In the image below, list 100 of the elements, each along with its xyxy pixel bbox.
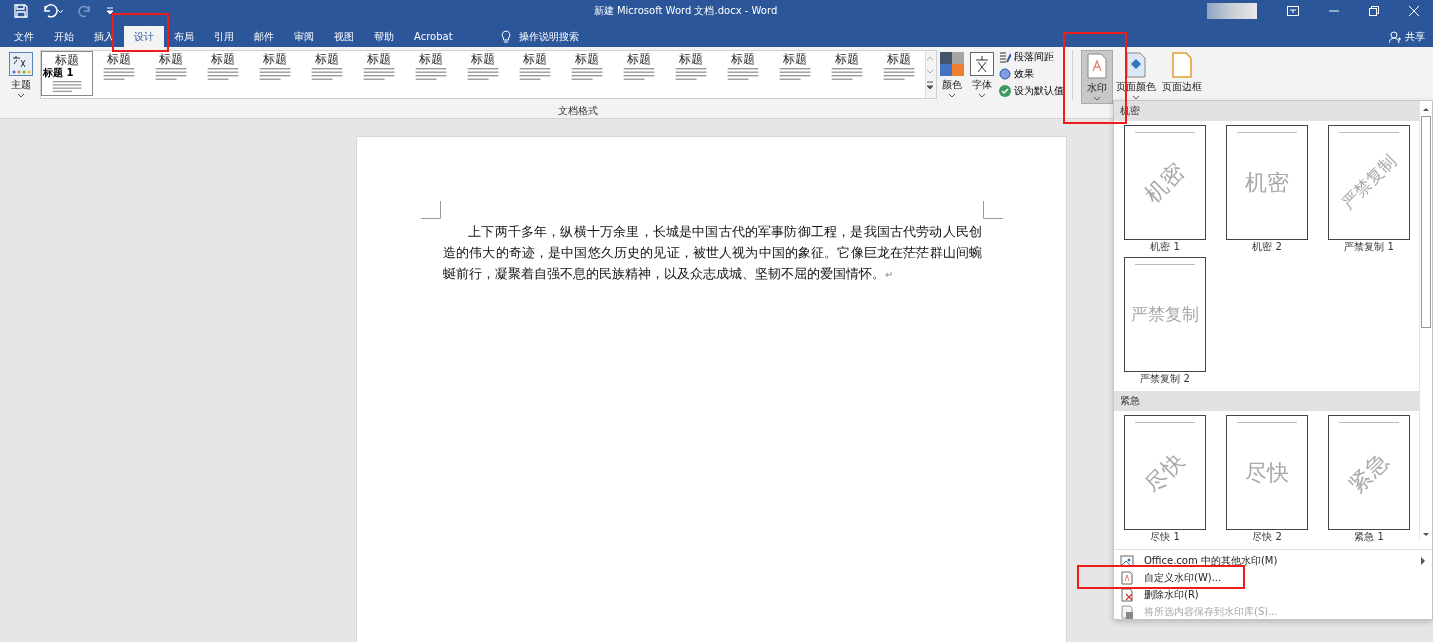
menu-item[interactable]: Office.com 中的其他水印(M): [1114, 552, 1432, 569]
ribbon-display-icon[interactable]: [1287, 6, 1299, 16]
submenu-arrow-icon: [1420, 556, 1426, 565]
font-icon: [970, 52, 994, 76]
ribbon-tab[interactable]: 邮件: [244, 26, 284, 47]
page-borders-button[interactable]: 页面边框: [1159, 50, 1205, 96]
watermark-thumbnail: 尽快: [1124, 415, 1206, 530]
style-set-thumbnail[interactable]: 标题: [821, 51, 873, 96]
ribbon-tab[interactable]: 设计: [124, 26, 164, 47]
watermark-thumbnail: 机密: [1226, 125, 1308, 240]
ribbon-tab[interactable]: 布局: [164, 26, 204, 47]
style-set-thumbnail[interactable]: 标题: [613, 51, 665, 96]
style-title: 标题: [731, 52, 755, 66]
ribbon-tab[interactable]: 文件: [4, 26, 44, 47]
caret-icon: [18, 94, 24, 98]
person-icon: [1389, 30, 1401, 43]
watermark-option[interactable]: 尽快 尽快 1: [1124, 415, 1206, 543]
effects-button[interactable]: 效果: [999, 67, 1064, 81]
fonts-button[interactable]: 字体: [967, 50, 997, 100]
style-title: 标题: [55, 53, 79, 67]
menu-item[interactable]: 自定义水印(W)...: [1114, 569, 1432, 586]
ribbon-tab[interactable]: Acrobat: [404, 26, 463, 47]
style-title: 标题: [419, 52, 443, 66]
image-icon: [1120, 553, 1134, 568]
paragraph-spacing-button[interactable]: 段落间距: [999, 50, 1064, 64]
set-default-button[interactable]: 设为默认值: [999, 84, 1064, 98]
scrollbar[interactable]: [1419, 104, 1432, 540]
save-icon[interactable]: [14, 4, 28, 18]
ribbon-tab[interactable]: 帮助: [364, 26, 404, 47]
watermark-option[interactable]: 严禁复制 严禁复制 1: [1328, 125, 1410, 253]
style-set-thumbnail[interactable]: 标题: [405, 51, 457, 96]
menu-item[interactable]: 删除水印(R): [1114, 586, 1432, 603]
style-set-thumbnail[interactable]: 标题: [353, 51, 405, 96]
watermark-option[interactable]: 机密 机密 2: [1226, 125, 1308, 253]
remove-icon: [1120, 587, 1134, 602]
style-title: 标题: [107, 52, 131, 66]
color-swatch-icon: [940, 52, 964, 76]
style-title: 标题: [315, 52, 339, 66]
group-label: 文档格式: [558, 104, 598, 118]
share-button[interactable]: 共享: [1389, 26, 1425, 47]
style-title: 标题: [627, 52, 651, 66]
spacing-icon: [999, 51, 1011, 63]
style-set-thumbnail[interactable]: 标题: [717, 51, 769, 96]
page-letter-icon: [1120, 570, 1134, 585]
style-set-thumbnail[interactable]: 标题: [249, 51, 301, 96]
watermark-option[interactable]: 严禁复制 严禁复制 2: [1124, 257, 1206, 385]
page-letter-icon: [1087, 53, 1107, 79]
style-set-thumbnail[interactable]: 标题: [145, 51, 197, 96]
style-heading: 标题 1: [43, 67, 74, 79]
watermark-thumbnail: 尽快: [1226, 415, 1308, 530]
style-title: 标题: [211, 52, 235, 66]
style-title: 标题: [783, 52, 807, 66]
caret-icon: [949, 94, 955, 98]
style-set-thumbnail[interactable]: 标题: [873, 51, 925, 96]
style-title: 标题: [159, 52, 183, 66]
ribbon-tab[interactable]: 开始: [44, 26, 84, 47]
page-paint-icon: [1126, 52, 1146, 78]
watermark-option[interactable]: 紧急 紧急 1: [1328, 415, 1410, 543]
watermark-thumbnail: 紧急: [1328, 415, 1410, 530]
style-set-thumbnail[interactable]: 标题: [561, 51, 613, 96]
watermark-option[interactable]: 机密 机密 1: [1124, 125, 1206, 253]
themes-button[interactable]: 主题: [6, 50, 36, 100]
body-paragraph: 上下两千多年，纵横十万余里，长城是中国古代的军事防御工程，是我国古代劳动人民创造的伟大的奇迹，是中国悠久历史的见证，被世人视为中国的象征。它像巨龙在茫茫群山间蜿蜒前行，凝聚着自强不息的民族精神，以及众志成城、坚韧不屈的爱国情怀。↵: [443, 224, 982, 283]
tell-me-search[interactable]: 操作说明搜索: [518, 29, 579, 44]
style-set-thumbnail[interactable]: 标题: [197, 51, 249, 96]
effects-icon: [999, 68, 1011, 80]
style-title: 标题: [367, 52, 391, 66]
style-set-thumbnail[interactable]: 标题: [509, 51, 561, 96]
crop-mark-icon: [983, 201, 1003, 219]
style-title: 标题: [679, 52, 703, 66]
ribbon-tab[interactable]: 视图: [324, 26, 364, 47]
undo-icon[interactable]: [42, 4, 64, 18]
watermark-option[interactable]: 尽快 尽快 2: [1226, 415, 1308, 543]
colors-button[interactable]: 颜色: [937, 50, 967, 100]
ribbon-tab[interactable]: 引用: [204, 26, 244, 47]
style-title: 标题: [471, 52, 495, 66]
watermark-thumbnail: 严禁复制: [1124, 257, 1206, 372]
style-set-thumbnail[interactable]: 标题: [665, 51, 717, 96]
watermark-thumbnail: 严禁复制: [1328, 125, 1410, 240]
section-header: 紧急: [1114, 391, 1420, 411]
style-set-thumbnail[interactable]: 标题: [301, 51, 353, 96]
style-set-thumbnail[interactable]: 标题: [769, 51, 821, 96]
watermark-button[interactable]: 水印: [1081, 50, 1113, 104]
style-set-thumbnail[interactable]: 标题: [457, 51, 509, 96]
ribbon-tab[interactable]: 审阅: [284, 26, 324, 47]
restore-icon[interactable]: [1369, 6, 1379, 16]
caret-icon: [1133, 96, 1139, 100]
style-set-thumbnail[interactable]: 标题 标题 1: [41, 51, 93, 96]
style-title: 标题: [263, 52, 287, 66]
window-title: 新建 Microsoft Word 文档.docx - Word: [592, 4, 779, 18]
page-color-button[interactable]: 页面颜色: [1113, 50, 1159, 102]
page-border-icon: [1172, 52, 1192, 78]
style-title: 标题: [835, 52, 859, 66]
style-title: 标题: [575, 52, 599, 66]
close-icon[interactable]: [1409, 6, 1419, 16]
customize-icon[interactable]: [106, 6, 114, 16]
crop-mark-icon: [421, 201, 441, 219]
lightbulb-icon: [500, 29, 511, 44]
caret-icon: [979, 94, 985, 98]
style-set-thumbnail[interactable]: 标题: [93, 51, 145, 96]
